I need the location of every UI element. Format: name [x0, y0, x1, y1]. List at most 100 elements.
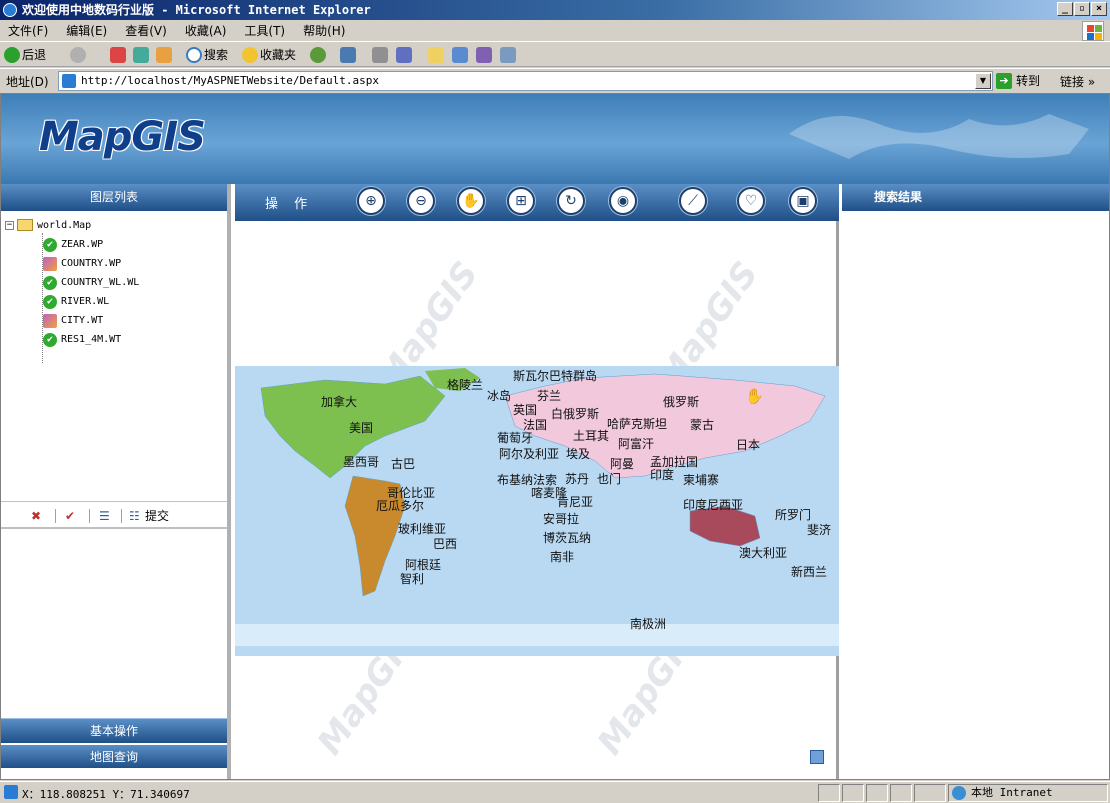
overview-map-icon[interactable] — [810, 750, 824, 764]
stop-icon[interactable] — [110, 47, 126, 63]
place-label: 斯瓦尔巴特群岛 — [513, 368, 597, 383]
place-label: 日本 — [736, 438, 760, 452]
menu-favorites[interactable]: 收藏(A) — [185, 20, 227, 42]
tools-icon[interactable] — [500, 47, 516, 63]
place-label: 孟加拉国 — [650, 454, 698, 469]
divider — [121, 509, 122, 523]
menu-help[interactable]: 帮助(H) — [303, 20, 345, 42]
check-icon[interactable]: ✔ — [43, 333, 57, 347]
favorites-star-icon[interactable] — [242, 47, 258, 63]
antarctica-region — [235, 624, 839, 646]
place-label: 厄瓜多尔 — [376, 498, 424, 513]
page-icon — [62, 74, 76, 88]
pan-hand-icon[interactable]: ✋ — [457, 187, 485, 215]
submit-button[interactable]: 提交 — [145, 508, 169, 524]
check-icon[interactable]: ✔ — [43, 238, 57, 252]
layer-item[interactable]: ✔ COUNTRY_WL.WL — [43, 273, 139, 292]
status-cell — [818, 784, 840, 802]
check-icon[interactable]: ✔ — [43, 276, 57, 290]
measure-icon[interactable]: ⟋ — [679, 187, 707, 215]
menu-tools[interactable]: 工具(T) — [244, 20, 285, 42]
mail-icon[interactable] — [340, 47, 356, 63]
save-icon[interactable]: ▣ — [789, 187, 817, 215]
menu-edit[interactable]: 编辑(E) — [66, 20, 107, 42]
history-icon[interactable] — [310, 47, 326, 63]
full-extent-icon[interactable]: ⊞ — [507, 187, 535, 215]
place-label: 南极洲 — [630, 616, 666, 631]
layer-item[interactable]: COUNTRY.WP — [43, 254, 139, 273]
address-label: 地址(D) — [6, 75, 49, 89]
address-input[interactable]: http://localhost/MyASPNETWebsite/Default… — [58, 71, 993, 91]
edit-icon[interactable] — [396, 47, 412, 63]
layer-item[interactable]: ✔ ZEAR.WP — [43, 235, 139, 254]
edit-pencil-icon[interactable] — [43, 257, 57, 271]
menu-file[interactable]: 文件(F) — [8, 20, 48, 42]
web-page: MapGIS 图层列表 − world.Map ✔ ZEAR.WP COUNTRY… — [0, 93, 1110, 780]
windows-logo-icon — [1082, 21, 1104, 41]
layer-name: CITY.WT — [61, 315, 104, 326]
refresh-icon[interactable] — [133, 47, 149, 63]
collapse-icon[interactable]: − — [5, 221, 14, 230]
forward-arrow-icon[interactable] — [70, 47, 86, 63]
menu-bar: 文件(F) 编辑(E) 查看(V) 收藏(A) 工具(T) 帮助(H) — [0, 20, 1110, 42]
edit-pencil-icon[interactable] — [43, 314, 57, 328]
layer-list-header: 图层列表 — [1, 184, 227, 211]
intranet-icon — [952, 786, 966, 800]
search-icon[interactable] — [186, 47, 202, 63]
world-map[interactable]: 格陵兰 斯瓦尔巴特群岛 加拿大 冰岛 芬兰 俄罗斯 英国 白俄罗斯 美国 法国 … — [235, 366, 839, 656]
delete-icon[interactable]: ✖ — [31, 508, 41, 524]
place-label: 冰岛 — [487, 388, 511, 403]
place-label: 阿尔及利亚 — [499, 446, 559, 461]
home-icon[interactable] — [156, 47, 172, 63]
place-label: 澳大利亚 — [739, 546, 787, 560]
go-label: 转到 — [1016, 74, 1041, 88]
divider — [55, 509, 56, 523]
place-label: 埃及 — [566, 447, 590, 461]
place-label: 英国 — [513, 403, 537, 417]
go-arrow-icon: ➔ — [996, 73, 1012, 89]
nav-map-query[interactable]: 地图查询 — [1, 743, 227, 768]
back-arrow-icon[interactable] — [4, 47, 20, 63]
messenger-icon[interactable] — [452, 47, 468, 63]
minimize-button[interactable]: _ — [1057, 2, 1073, 16]
select-icon[interactable]: ♡ — [737, 187, 765, 215]
favorites-button[interactable]: 收藏夹 — [260, 46, 296, 64]
links-button[interactable]: 链接 » — [1060, 73, 1095, 90]
place-label: 墨西哥 — [343, 455, 379, 469]
menu-view[interactable]: 查看(V) — [125, 20, 167, 42]
go-button[interactable]: ➔ 转到 — [996, 71, 1040, 91]
address-dropdown-icon[interactable]: ▼ — [975, 73, 991, 89]
research-icon[interactable] — [476, 47, 492, 63]
zoom-in-icon[interactable]: ⊕ — [357, 187, 385, 215]
folder-icon[interactable] — [428, 47, 444, 63]
nav-basic-operations[interactable]: 基本操作 — [1, 718, 227, 743]
place-label: 古巴 — [391, 456, 415, 471]
place-label: 加拿大 — [321, 394, 357, 409]
zoom-out-icon[interactable]: ⊖ — [407, 187, 435, 215]
checkbox-icon[interactable]: ✔ — [65, 508, 75, 524]
close-button[interactable]: × — [1091, 2, 1107, 16]
mapgis-logo: MapGIS — [39, 114, 206, 160]
place-label: 印度尼西亚 — [683, 497, 743, 512]
submit-icon[interactable]: ☷ — [129, 508, 140, 524]
banner: MapGIS — [1, 94, 1109, 184]
layer-item[interactable]: ✔ RES1_4M.WT — [43, 330, 139, 349]
place-label: 蒙古 — [690, 417, 714, 432]
eye-icon[interactable]: ◉ — [609, 187, 637, 215]
layer-name: RES1_4M.WT — [61, 334, 122, 345]
print-icon[interactable] — [372, 47, 388, 63]
check-icon[interactable]: ✔ — [43, 295, 57, 309]
place-label: 博茨瓦纳 — [543, 530, 591, 545]
refresh-icon[interactable]: ↻ — [557, 187, 585, 215]
tree-root[interactable]: − world.Map — [5, 216, 139, 235]
place-label: 新西兰 — [791, 564, 827, 579]
place-label: 白俄罗斯 — [551, 406, 599, 421]
maximize-button[interactable]: ▫ — [1074, 2, 1090, 16]
layer-item[interactable]: CITY.WT — [43, 311, 139, 330]
tree-root-label: world.Map — [37, 220, 92, 231]
list-icon[interactable]: ☰ — [99, 508, 110, 524]
map-view[interactable]: MapGIS MapGIS MapGIS MapGIS 格陵兰 斯瓦尔巴特群岛 … — [235, 221, 839, 779]
search-button[interactable]: 搜索 — [204, 46, 228, 64]
layer-item[interactable]: ✔ RIVER.WL — [43, 292, 139, 311]
back-button[interactable]: 后退 — [22, 46, 46, 64]
